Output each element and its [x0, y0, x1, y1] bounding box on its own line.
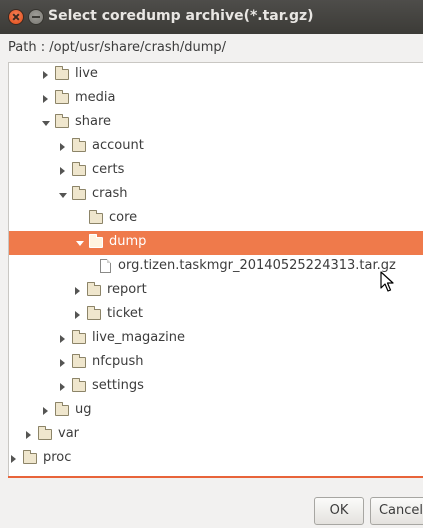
tree-item-label: settings	[92, 378, 144, 393]
tree-item-settings[interactable]: settings	[9, 375, 423, 399]
expand-arrow-icon[interactable]	[75, 311, 80, 319]
tree-item-label: live	[75, 66, 98, 81]
tree-item-nfcpush[interactable]: nfcpush	[9, 351, 423, 375]
expand-arrow-icon[interactable]	[43, 71, 48, 79]
path-label: Path : /opt/usr/share/crash/dump/	[8, 40, 227, 55]
tree-item-certs[interactable]: certs	[9, 159, 423, 183]
tree-item-media[interactable]: media	[9, 87, 423, 111]
tree-item-label: account	[92, 138, 144, 153]
tree-item-label: ticket	[107, 306, 144, 321]
tree-item-share[interactable]: share	[9, 111, 423, 135]
expand-arrow-icon[interactable]	[60, 143, 65, 151]
tree-item-live-magazine[interactable]: live_magazine	[9, 327, 423, 351]
collapse-arrow-icon[interactable]	[59, 193, 67, 198]
file-dialog: Select coredump archive(*.tar.gz) Path :…	[0, 0, 423, 528]
expand-arrow-icon[interactable]	[43, 407, 48, 415]
tree-item-proc[interactable]: proc	[9, 447, 423, 471]
folder-icon	[55, 66, 69, 80]
expand-arrow-icon[interactable]	[60, 383, 65, 391]
title-bar[interactable]: Select coredump archive(*.tar.gz)	[0, 0, 423, 34]
folder-icon	[72, 162, 86, 176]
folder-icon	[38, 426, 52, 440]
expand-arrow-icon[interactable]	[60, 167, 65, 175]
tree-item-label: certs	[92, 162, 125, 177]
folder-icon	[89, 234, 103, 248]
tree-bottom-border	[8, 476, 423, 478]
ok-button[interactable]: OK	[314, 497, 364, 525]
tree-item-label: var	[58, 426, 80, 441]
folder-icon	[55, 114, 69, 128]
close-icon[interactable]	[8, 9, 24, 25]
path-bar: Path : /opt/usr/share/crash/dump/	[0, 34, 423, 62]
tree-item-label: live_magazine	[92, 330, 185, 345]
folder-icon	[72, 330, 86, 344]
expand-arrow-icon[interactable]	[60, 359, 65, 367]
folder-icon	[72, 378, 86, 392]
tree-item-crash[interactable]: crash	[9, 183, 423, 207]
tree-item-label: nfcpush	[92, 354, 144, 369]
collapse-arrow-icon[interactable]	[76, 241, 84, 246]
tree-item-ticket[interactable]: ticket	[9, 303, 423, 327]
tree-item-label: org.tizen.taskmgr_20140525224313.tar.gz	[118, 258, 396, 273]
expand-arrow-icon[interactable]	[26, 431, 31, 439]
tree-item-account[interactable]: account	[9, 135, 423, 159]
folder-tree[interactable]: live media share account certs crash cor…	[8, 62, 423, 476]
tree-item-label: media	[75, 90, 116, 105]
folder-icon	[72, 186, 86, 200]
tree-item-live[interactable]: live	[9, 63, 423, 87]
tree-item-label: crash	[92, 186, 128, 201]
folder-icon	[55, 402, 69, 416]
tree-item-dump[interactable]: dump	[9, 231, 423, 255]
folder-icon	[89, 210, 103, 224]
mouse-pointer-icon	[380, 271, 394, 292]
tree-item-coredump-file[interactable]: org.tizen.taskmgr_20140525224313.tar.gz	[9, 255, 423, 279]
window-title: Select coredump archive(*.tar.gz)	[48, 8, 314, 24]
tree-item-report[interactable]: report	[9, 279, 423, 303]
tree-item-label: ug	[75, 402, 92, 417]
tree-item-core[interactable]: core	[9, 207, 423, 231]
file-icon	[100, 259, 111, 273]
expand-arrow-icon[interactable]	[75, 287, 80, 295]
collapse-arrow-icon[interactable]	[42, 121, 50, 126]
cancel-button[interactable]: Cancel	[370, 497, 423, 525]
tree-item-label: core	[109, 210, 138, 225]
folder-icon	[72, 354, 86, 368]
tree-item-label: proc	[43, 450, 72, 465]
folder-icon	[23, 450, 37, 464]
tree-item-label: report	[107, 282, 147, 297]
expand-arrow-icon[interactable]	[11, 455, 16, 463]
folder-icon	[72, 138, 86, 152]
expand-arrow-icon[interactable]	[60, 335, 65, 343]
tree-item-ug[interactable]: ug	[9, 399, 423, 423]
expand-arrow-icon[interactable]	[43, 95, 48, 103]
folder-icon	[87, 306, 101, 320]
tree-item-label: share	[75, 114, 112, 129]
minimize-icon[interactable]	[28, 9, 44, 25]
tree-item-var[interactable]: var	[9, 423, 423, 447]
folder-icon	[87, 282, 101, 296]
folder-icon	[55, 90, 69, 104]
tree-item-label: dump	[109, 234, 147, 249]
